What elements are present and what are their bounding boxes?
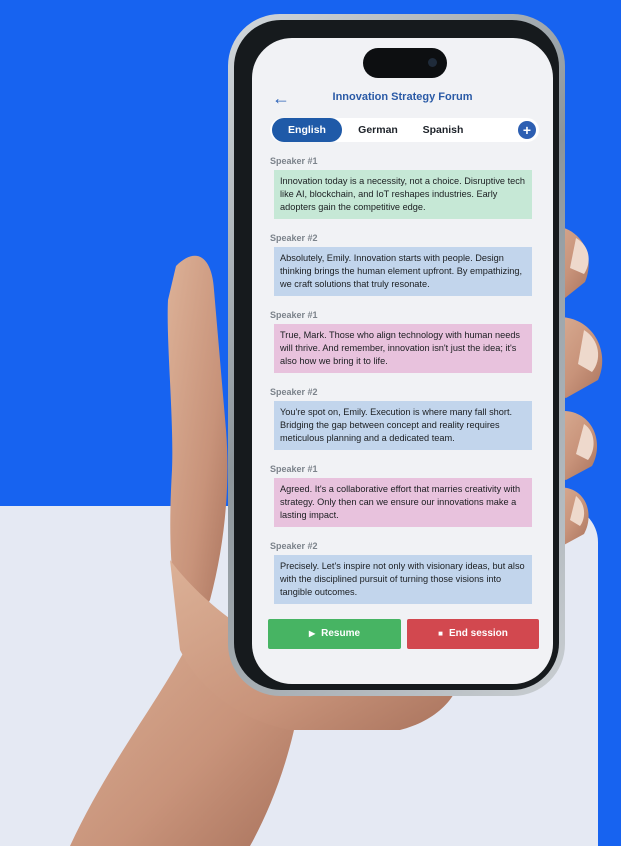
resume-button[interactable]: ▶ Resume [268,619,401,649]
list-item: Speaker #1 True, Mark. Those who align t… [270,308,541,385]
speaker-label: Speaker #1 [270,156,318,166]
session-actions: ▶ Resume ■ End session [268,619,539,649]
speaker-label: Speaker #2 [270,541,318,551]
app-header: ← Innovation Strategy Forum [252,86,553,112]
language-tabs: English German Spanish + [270,118,539,142]
end-session-button[interactable]: ■ End session [407,619,539,649]
list-item: Speaker #2 Absolutely, Emily. Innovation… [270,231,541,308]
plus-icon[interactable]: + [518,121,536,139]
camera-icon [428,58,437,67]
speaker-label: Speaker #1 [270,310,318,320]
tab-spanish[interactable]: Spanish [410,118,476,142]
list-item: Speaker #2 Precisely. Let's inspire not … [270,539,541,616]
message-bubble: Innovation today is a necessity, not a c… [274,170,532,219]
list-item: Speaker #2 You're spot on, Emily. Execut… [270,385,541,462]
message-bubble: You're spot on, Emily. Execution is wher… [274,401,532,450]
tab-english[interactable]: English [272,118,342,142]
tab-german[interactable]: German [346,118,410,142]
message-bubble: True, Mark. Those who align technology w… [274,324,532,373]
phone-screen: ← Innovation Strategy Forum English Germ… [252,38,553,684]
transcript-list: Speaker #1 Innovation today is a necessi… [270,154,541,616]
list-item: Speaker #1 Innovation today is a necessi… [270,154,541,231]
play-icon: ▶ [308,629,316,638]
resume-label: Resume [321,628,361,639]
stop-icon: ■ [438,629,443,638]
message-bubble: Agreed. It's a collaborative effort that… [274,478,532,527]
end-session-label: End session [448,628,508,639]
phone-frame: ← Innovation Strategy Forum English Germ… [228,14,565,696]
message-bubble: Precisely. Let's inspire not only with v… [274,555,532,604]
message-bubble: Absolutely, Emily. Innovation starts wit… [274,247,532,296]
speaker-label: Speaker #1 [270,464,318,474]
page-title: Innovation Strategy Forum [332,91,473,103]
dynamic-island [363,48,447,78]
phone-bezel: ← Innovation Strategy Forum English Germ… [234,20,559,690]
speaker-label: Speaker #2 [270,233,318,243]
list-item: Speaker #1 Agreed. It's a collaborative … [270,462,541,539]
speaker-label: Speaker #2 [270,387,318,397]
